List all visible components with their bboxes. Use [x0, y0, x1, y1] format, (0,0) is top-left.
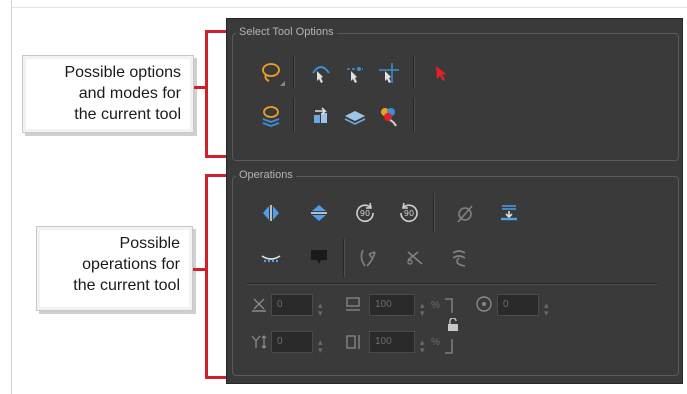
- snap-contour-icon: [312, 66, 330, 83]
- page-border-line: [11, 0, 12, 394]
- select-red-arrow-button[interactable]: [427, 59, 455, 87]
- height-icon: [346, 335, 360, 349]
- x-offset-icon: [252, 298, 266, 312]
- height-field[interactable]: 100: [369, 331, 415, 353]
- flatten-button[interactable]: [495, 199, 523, 227]
- snap-thickness-button[interactable]: [375, 59, 403, 87]
- snap-joint-icon: [347, 67, 363, 83]
- select-by-color-icon: [381, 108, 397, 127]
- callout-options: Possible options and modes for the curre…: [22, 55, 194, 133]
- height-unit: %: [431, 337, 440, 348]
- snap-contour-button[interactable]: [307, 59, 335, 87]
- options-separator-1: [293, 55, 295, 89]
- rotate-90-ccw-button[interactable]: 90: [395, 199, 423, 227]
- no-color-button[interactable]: [451, 199, 479, 227]
- callout-operations: Possible operations for the current tool: [36, 226, 193, 311]
- operations-title: Operations: [236, 169, 296, 181]
- select-in-all-layers-button[interactable]: [257, 102, 285, 130]
- cut-button[interactable]: [401, 244, 429, 272]
- height-spinner[interactable]: ▴ ▾: [420, 338, 425, 355]
- create-color-art-button[interactable]: [305, 244, 333, 272]
- ops-separator-1: [433, 193, 435, 233]
- distribute-icon: [261, 255, 281, 263]
- angle-spinner[interactable]: ▴ ▾: [544, 301, 549, 318]
- flatten-icon: [501, 205, 517, 221]
- select-tool-options-title: Select Tool Options: [236, 26, 337, 38]
- y-offset-icon: [251, 335, 267, 349]
- svg-text:90: 90: [360, 209, 370, 218]
- callout-operations-bracket: [205, 174, 227, 379]
- flip-horizontal-icon: [263, 205, 279, 221]
- y-offset-field[interactable]: 0: [271, 331, 313, 353]
- callout-options-bracket: [205, 30, 227, 158]
- callout-operations-line-3: the current tool: [73, 277, 180, 294]
- rotate-90-cw-button[interactable]: 90: [351, 199, 379, 227]
- width-icon: [346, 297, 360, 311]
- select-by-color-button[interactable]: [375, 102, 403, 130]
- snap-thickness-icon: [379, 63, 399, 83]
- flip-horizontal-button[interactable]: [257, 199, 285, 227]
- options-separator-4: [413, 98, 415, 132]
- select-red-arrow-icon: [436, 66, 446, 81]
- callout-options-line-3: the current tool: [74, 106, 181, 123]
- optimize-button[interactable]: [445, 244, 473, 272]
- callout-options-line-2: and modes for: [78, 85, 181, 102]
- tool-properties-panel: Select Tool Options Operations 90 90 0 ▴…: [226, 18, 683, 384]
- x-offset-spinner[interactable]: ▴ ▾: [318, 301, 323, 318]
- flip-vertical-button[interactable]: [305, 199, 333, 227]
- x-offset-field[interactable]: 0: [271, 294, 313, 316]
- distribute-button[interactable]: [257, 244, 285, 272]
- page-border-top: [11, 7, 687, 8]
- rotate-90-cw-icon: 90: [356, 202, 374, 223]
- callout-options-line-1: Possible options: [64, 64, 181, 81]
- apply-to-all-drawings-button[interactable]: [341, 102, 369, 130]
- options-separator-3: [293, 98, 295, 132]
- width-unit: %: [431, 300, 440, 311]
- angle-icon: [476, 296, 492, 312]
- ops-horizontal-separator: [247, 283, 657, 285]
- ops-separator-2: [343, 239, 345, 277]
- select-tool-options-group: [232, 33, 679, 161]
- bring-to-front-icon: [314, 107, 327, 123]
- snap-joint-button[interactable]: [341, 59, 369, 87]
- cut-icon: [407, 251, 423, 265]
- smooth-button[interactable]: [355, 244, 383, 272]
- width-spinner[interactable]: ▴ ▾: [420, 301, 425, 318]
- optimize-icon: [452, 250, 466, 267]
- flip-vertical-icon: [311, 205, 327, 221]
- rotate-90-ccw-icon: 90: [400, 202, 418, 223]
- y-offset-spinner[interactable]: ▴ ▾: [318, 338, 323, 355]
- angle-field[interactable]: 0: [497, 294, 539, 316]
- width-field[interactable]: 100: [369, 294, 415, 316]
- options-separator-2: [413, 55, 415, 89]
- bring-to-front-button[interactable]: [307, 102, 335, 130]
- lasso-menu-indicator: [280, 81, 285, 86]
- lock-icon[interactable]: [447, 318, 459, 332]
- select-in-all-layers-icon: [262, 106, 280, 127]
- lasso-button[interactable]: [257, 59, 285, 87]
- create-color-art-icon: [311, 250, 327, 264]
- callout-operations-line-2: operations for: [82, 256, 180, 273]
- callout-operations-line-1: Possible: [119, 235, 180, 252]
- svg-text:90: 90: [404, 209, 414, 218]
- apply-to-all-drawings-icon: [344, 111, 366, 125]
- smooth-icon: [360, 249, 376, 267]
- no-color-icon: [457, 205, 473, 223]
